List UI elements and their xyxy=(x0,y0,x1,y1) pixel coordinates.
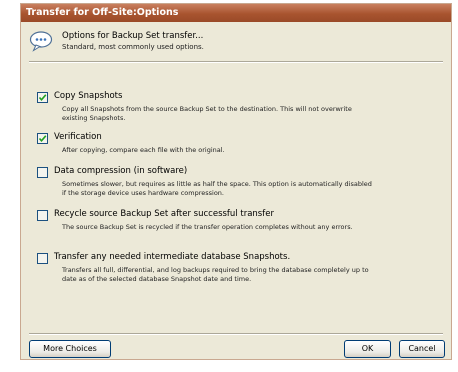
footer-divider xyxy=(29,333,443,335)
recycle-source-label[interactable]: Recycle source Backup Set after successf… xyxy=(54,209,274,219)
checkmark-icon xyxy=(38,94,47,102)
verification-label[interactable]: Verification xyxy=(54,132,102,142)
copy-snapshots-label[interactable]: Copy Snapshots xyxy=(54,91,122,101)
ok-button[interactable]: OK xyxy=(344,340,391,358)
copy-snapshots-description: Copy all Snapshots from the source Backu… xyxy=(62,105,352,122)
options-dialog: Transfer for Off-Site:Options Options fo… xyxy=(20,3,452,360)
data-compression-checkbox[interactable] xyxy=(37,167,48,178)
transfer-intermediate-label[interactable]: Transfer any needed intermediate databas… xyxy=(54,252,290,262)
data-compression-description: Sometimes slower, but requires as little… xyxy=(62,180,372,197)
options-header-subtitle: Standard, most commonly used options. xyxy=(62,43,204,51)
dialog-title: Transfer for Off-Site:Options xyxy=(21,4,451,22)
checkmark-icon xyxy=(38,135,47,143)
recycle-source-description: The source Backup Set is recycled if the… xyxy=(62,223,353,231)
options-header-title: Options for Backup Set transfer... xyxy=(62,31,204,41)
more-choices-button[interactable]: More Choices xyxy=(29,340,111,358)
cancel-button[interactable]: Cancel xyxy=(399,340,445,358)
speech-bubble-icon xyxy=(29,30,53,52)
verification-description: After copying, compare each file with th… xyxy=(62,146,225,154)
transfer-intermediate-checkbox[interactable] xyxy=(37,253,48,264)
header-divider xyxy=(29,61,443,63)
copy-snapshots-checkbox[interactable] xyxy=(37,92,48,103)
data-compression-label[interactable]: Data compression (in software) xyxy=(54,166,187,176)
verification-checkbox[interactable] xyxy=(37,133,48,144)
recycle-source-checkbox[interactable] xyxy=(37,210,48,221)
transfer-intermediate-description: Transfers all full, differential, and lo… xyxy=(62,266,369,283)
